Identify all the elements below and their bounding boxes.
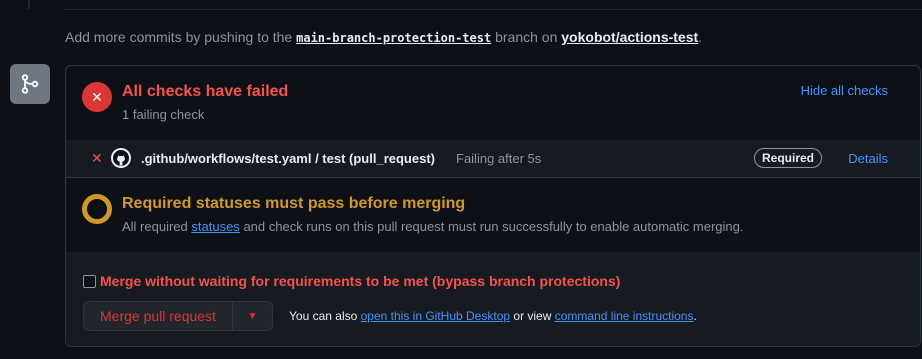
required-text: All required statuses and check runs on … — [122, 219, 743, 234]
check-status: Failing after 5s — [456, 151, 542, 166]
or-view-text: or view — [513, 309, 552, 323]
x-icon: ✕ — [82, 82, 112, 112]
merge-section: Merge without waiting for requirements t… — [66, 252, 920, 346]
pending-ring-icon — [82, 194, 112, 224]
github-desktop-link[interactable]: open this in GitHub Desktop — [361, 309, 510, 323]
alternative-options: You can also open this in GitHub Desktop… — [289, 309, 697, 323]
git-merge-icon — [10, 64, 50, 104]
hide-all-checks-link[interactable]: Hide all checks — [801, 83, 888, 98]
bypass-option[interactable]: Merge without waiting for requirements t… — [83, 273, 620, 289]
also-prefix: You can also — [289, 309, 358, 323]
checks-title: All checks have failed — [122, 83, 289, 100]
push-prefix: Add more commits by pushing to the — [65, 29, 293, 45]
checks-subtitle: 1 failing check — [122, 107, 205, 122]
required-text-before: All required — [122, 219, 188, 234]
merge-pull-request-button[interactable]: Merge pull request — [83, 301, 233, 331]
x-icon: ✕ — [91, 150, 103, 166]
command-line-instructions-link[interactable]: command line instructions — [555, 309, 694, 323]
triangle-down-icon[interactable]: ▼ — [232, 301, 273, 331]
push-instructions: Add more commits by pushing to the main-… — [65, 29, 702, 45]
required-title: Required statuses must pass before mergi… — [122, 195, 466, 212]
repo-link[interactable]: yokobot/actions-test — [561, 29, 698, 45]
also-suffix: . — [693, 309, 697, 323]
required-badge: Required — [754, 148, 823, 168]
required-statuses: Required statuses must pass before mergi… — [66, 177, 920, 253]
github-logo-icon — [111, 148, 131, 168]
statuses-link[interactable]: statuses — [191, 219, 239, 234]
check-name-link[interactable]: .github/workflows/test.yaml / test (pull… — [141, 151, 435, 166]
branch-name-link[interactable]: main-branch-protection-test — [296, 31, 491, 45]
bypass-label[interactable]: Merge without waiting for requirements t… — [100, 273, 620, 289]
push-middle: branch on — [495, 29, 558, 45]
check-row: ✕ .github/workflows/test.yaml / test (pu… — [66, 140, 920, 178]
bypass-checkbox[interactable] — [83, 274, 96, 288]
required-text-after: and check runs on this pull request must… — [243, 219, 744, 234]
timeline-line — [28, 0, 30, 9]
details-link[interactable]: Details — [848, 151, 888, 166]
push-suffix: . — [698, 29, 703, 45]
merge-box: ✕ All checks have failed 1 failing check… — [65, 65, 921, 347]
merge-button-group: Merge pull request ▼ — [83, 301, 273, 331]
checks-summary: ✕ All checks have failed 1 failing check… — [66, 66, 920, 141]
divider — [65, 9, 922, 10]
